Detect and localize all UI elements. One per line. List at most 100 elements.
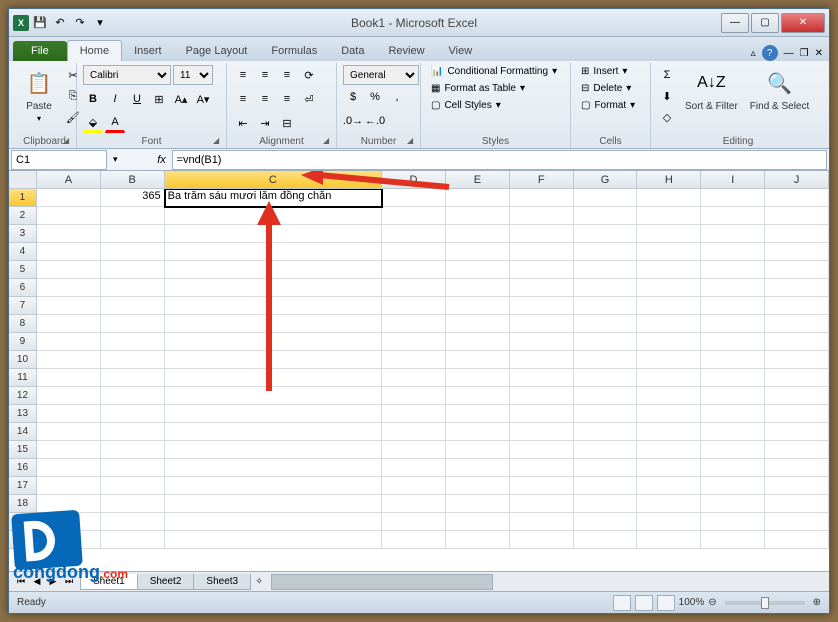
cell[interactable]: [101, 261, 165, 279]
cell[interactable]: [446, 405, 510, 423]
row-header[interactable]: 2: [9, 207, 37, 225]
cell[interactable]: [382, 297, 446, 315]
tab-review[interactable]: Review: [376, 41, 436, 61]
decrease-font-icon[interactable]: A▾: [193, 89, 213, 109]
cell[interactable]: [701, 405, 765, 423]
cell[interactable]: [701, 441, 765, 459]
cell[interactable]: [101, 225, 165, 243]
cell[interactable]: [446, 513, 510, 531]
decrease-indent-icon[interactable]: ⇤: [233, 113, 253, 133]
cell[interactable]: [637, 369, 701, 387]
cell[interactable]: [701, 279, 765, 297]
cell[interactable]: [446, 351, 510, 369]
format-cells-button[interactable]: ▢ Format ▾: [577, 99, 639, 112]
cell[interactable]: [765, 297, 829, 315]
column-header[interactable]: J: [765, 171, 829, 189]
align-bottom-icon[interactable]: ≡: [277, 65, 297, 85]
cell[interactable]: [382, 189, 446, 207]
cell[interactable]: [101, 315, 165, 333]
fx-button[interactable]: fx: [152, 150, 172, 170]
row-header[interactable]: 20: [9, 531, 37, 549]
cell[interactable]: [101, 477, 165, 495]
row-header[interactable]: 8: [9, 315, 37, 333]
cell[interactable]: [701, 387, 765, 405]
cell[interactable]: [382, 513, 446, 531]
cell[interactable]: 365: [101, 189, 165, 207]
cell[interactable]: [37, 225, 101, 243]
cell[interactable]: [446, 225, 510, 243]
border-button[interactable]: ⊞: [149, 89, 169, 109]
cell[interactable]: [574, 387, 638, 405]
cell[interactable]: [165, 513, 382, 531]
row-header[interactable]: 6: [9, 279, 37, 297]
increase-decimal-icon[interactable]: .0→: [343, 111, 363, 131]
cell[interactable]: [637, 441, 701, 459]
cell[interactable]: [510, 261, 574, 279]
row-header[interactable]: 11: [9, 369, 37, 387]
minimize-button[interactable]: —: [721, 13, 749, 33]
sheet-nav-first-icon[interactable]: ⏮: [13, 574, 29, 590]
sheet-nav-last-icon[interactable]: ⏭: [61, 574, 77, 590]
zoom-in-icon[interactable]: ⊕: [813, 597, 821, 608]
cell[interactable]: [101, 243, 165, 261]
close-button[interactable]: ✕: [781, 13, 825, 33]
cell[interactable]: [574, 423, 638, 441]
cell[interactable]: [574, 531, 638, 549]
cell[interactable]: [165, 333, 382, 351]
find-select-button[interactable]: 🔍 Find & Select: [746, 65, 813, 114]
name-box[interactable]: C1: [11, 150, 107, 170]
cell[interactable]: [574, 405, 638, 423]
cell[interactable]: [701, 297, 765, 315]
cell[interactable]: [510, 369, 574, 387]
cell[interactable]: [510, 531, 574, 549]
cell[interactable]: [37, 261, 101, 279]
cell[interactable]: [382, 315, 446, 333]
cell[interactable]: [510, 477, 574, 495]
cell[interactable]: [382, 495, 446, 513]
row-header[interactable]: 17: [9, 477, 37, 495]
font-size-select[interactable]: 11: [173, 65, 213, 85]
cell[interactable]: [765, 405, 829, 423]
cell[interactable]: [446, 459, 510, 477]
column-header[interactable]: E: [446, 171, 510, 189]
cell[interactable]: [382, 441, 446, 459]
tab-view[interactable]: View: [437, 41, 485, 61]
cell[interactable]: Ba trăm sáu mươi lăm đồng chẵn: [165, 189, 382, 207]
cell[interactable]: [510, 333, 574, 351]
page-break-view-icon[interactable]: [657, 595, 675, 611]
cell[interactable]: [446, 297, 510, 315]
cell[interactable]: [446, 423, 510, 441]
cell[interactable]: [37, 279, 101, 297]
cell[interactable]: [765, 441, 829, 459]
save-icon[interactable]: 💾: [31, 14, 49, 32]
tab-data[interactable]: Data: [329, 41, 376, 61]
cell[interactable]: [165, 261, 382, 279]
cell[interactable]: [765, 459, 829, 477]
cell[interactable]: [510, 405, 574, 423]
qat-customize-icon[interactable]: ▾: [91, 14, 109, 32]
cell[interactable]: [765, 189, 829, 207]
cell[interactable]: [510, 387, 574, 405]
redo-icon[interactable]: ↷: [71, 14, 89, 32]
cell[interactable]: [510, 441, 574, 459]
clipboard-launcher-icon[interactable]: ◢: [63, 136, 74, 147]
insert-cells-button[interactable]: ⊞ Insert ▾: [577, 65, 631, 78]
row-header[interactable]: 4: [9, 243, 37, 261]
fill-icon[interactable]: ⬇: [657, 86, 677, 106]
cell[interactable]: [574, 351, 638, 369]
cell[interactable]: [101, 297, 165, 315]
cell[interactable]: [510, 351, 574, 369]
cell[interactable]: [510, 225, 574, 243]
cell[interactable]: [37, 387, 101, 405]
cell[interactable]: [637, 495, 701, 513]
font-name-select[interactable]: Calibri: [83, 65, 171, 85]
cell[interactable]: [382, 225, 446, 243]
fill-color-button[interactable]: ⬙: [83, 113, 103, 133]
page-layout-view-icon[interactable]: [635, 595, 653, 611]
align-center-icon[interactable]: ≡: [255, 89, 275, 109]
cell[interactable]: [165, 405, 382, 423]
row-header[interactable]: 1: [9, 189, 37, 207]
column-header[interactable]: C: [165, 171, 382, 189]
cell[interactable]: [101, 387, 165, 405]
column-header[interactable]: F: [510, 171, 574, 189]
